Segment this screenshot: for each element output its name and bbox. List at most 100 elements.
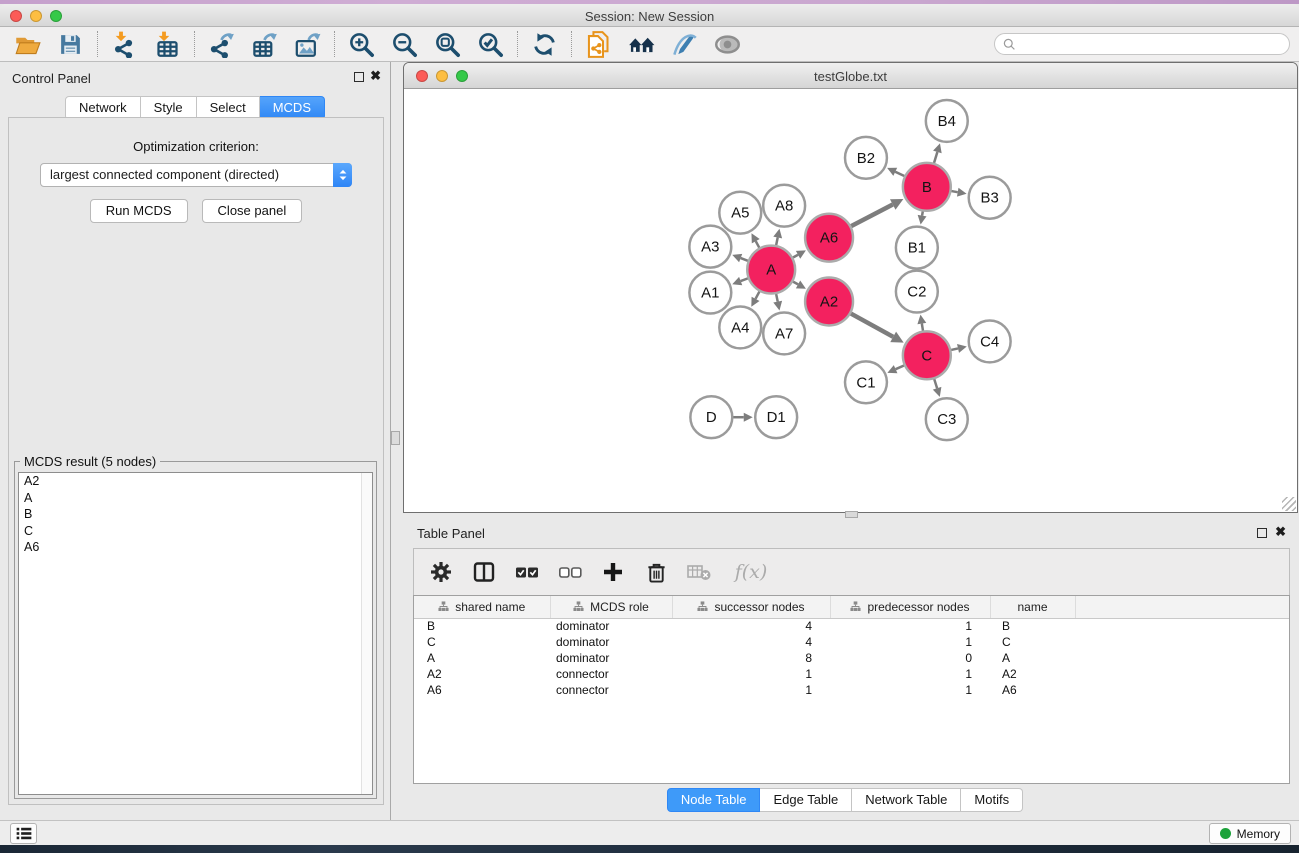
tab-edge-table[interactable]: Edge Table [760, 788, 852, 812]
result-item[interactable]: C [19, 523, 372, 540]
export-image-button[interactable] [286, 29, 329, 59]
result-item[interactable]: A2 [19, 473, 372, 490]
graph-edge[interactable] [776, 294, 778, 302]
float-table-panel-icon[interactable] [1257, 528, 1267, 538]
tab-motifs[interactable]: Motifs [961, 788, 1023, 812]
table-settings-button[interactable] [428, 559, 454, 585]
graph-edge[interactable] [922, 211, 923, 215]
graph-edge-arrowhead [773, 301, 782, 311]
column-header-shared-name[interactable]: shared name [414, 596, 550, 618]
show-panels-button[interactable] [10, 823, 37, 844]
network-document-button[interactable] [577, 29, 620, 59]
select-stepper [333, 163, 352, 187]
show-graphics-details-button[interactable] [706, 29, 749, 59]
column-header-successor-nodes[interactable]: successor nodes [672, 596, 830, 618]
zoom-out-button[interactable] [383, 29, 426, 59]
run-mcds-button[interactable]: Run MCDS [90, 199, 188, 223]
network-canvas[interactable]: B4B2BB3A8A5A6A3B1AC2A1A2A4A7C4CC1DD1C3 [404, 89, 1297, 512]
horizontal-splitter-grip[interactable] [845, 511, 858, 518]
memory-status-icon [1220, 828, 1231, 839]
tab-network-table[interactable]: Network Table [852, 788, 961, 812]
home-view-button[interactable] [620, 29, 663, 59]
graph-edge-arrowhead [933, 143, 942, 153]
import-table-icon [154, 31, 181, 58]
close-table-panel-icon[interactable]: ✖ [1275, 524, 1286, 540]
network-window-titlebar[interactable]: testGlobe.txt [404, 63, 1297, 89]
table-row[interactable]: Adominator80A [414, 650, 1289, 666]
zoom-selected-button[interactable] [469, 29, 512, 59]
table-row[interactable]: Cdominator41C [414, 634, 1289, 650]
network-view-title: testGlobe.txt [404, 69, 1297, 84]
graph-edge[interactable] [851, 314, 893, 337]
graph-node-label: C [921, 347, 932, 364]
optimization-criterion-select[interactable]: largest connected component (directed) [40, 163, 352, 187]
zoom-selected-icon [477, 31, 504, 58]
graph-node-label: B3 [981, 190, 999, 207]
gear-icon [430, 561, 452, 583]
table-row[interactable]: Bdominator41B [414, 618, 1289, 634]
graph-edge[interactable] [741, 278, 748, 281]
column-header-name[interactable]: name [990, 596, 1075, 618]
graph-node-label: D1 [767, 409, 786, 426]
zoom-out-icon [391, 31, 418, 58]
graph-edge[interactable] [776, 237, 778, 245]
graph-edge[interactable] [951, 348, 958, 350]
deselect-all-button[interactable] [557, 559, 583, 585]
main-toolbar [0, 27, 1299, 62]
graph-edge[interactable] [951, 191, 957, 192]
window-resize-grip[interactable] [1282, 497, 1296, 511]
zoom-in-button[interactable] [340, 29, 383, 59]
zoom-fit-button[interactable] [426, 29, 469, 59]
result-item[interactable]: B [19, 506, 372, 523]
column-header-predecessor-nodes[interactable]: predecessor nodes [830, 596, 990, 618]
open-session-button[interactable] [6, 29, 49, 59]
table-row[interactable]: A6connector11A6 [414, 682, 1289, 698]
vertical-splitter-grip[interactable] [391, 431, 400, 445]
close-panel-icon[interactable]: ✖ [370, 68, 381, 84]
result-item[interactable]: A6 [19, 539, 372, 556]
delete-row-button[interactable] [643, 559, 669, 585]
graph-edge[interactable] [934, 379, 937, 388]
graph-edge[interactable] [895, 172, 904, 176]
result-item[interactable]: A [19, 490, 372, 507]
hide-graphics-details-button[interactable] [663, 29, 706, 59]
save-session-button[interactable] [49, 29, 92, 59]
add-row-button[interactable] [600, 559, 626, 585]
toolbar-separator [517, 31, 518, 57]
import-table-button[interactable] [146, 29, 189, 59]
graph-edge[interactable] [934, 152, 937, 163]
select-all-button[interactable] [514, 559, 540, 585]
search-field[interactable] [994, 33, 1290, 55]
graph-edge[interactable] [793, 255, 798, 258]
import-network-button[interactable] [103, 29, 146, 59]
export-network-button[interactable] [200, 29, 243, 59]
refresh-icon [532, 32, 557, 57]
import-network-icon [111, 31, 138, 58]
delete-table-button[interactable] [686, 559, 712, 585]
graph-edge[interactable] [922, 324, 923, 331]
graph-edge[interactable] [851, 205, 893, 227]
app-titlebar: Session: New Session [0, 4, 1299, 27]
graph-edge-arrowhead [773, 229, 782, 239]
tab-node-table[interactable]: Node Table [667, 788, 761, 812]
session-title: Session: New Session [0, 9, 1299, 24]
function-builder-button[interactable]: f(x) [729, 559, 773, 585]
graph-edge[interactable] [741, 258, 748, 261]
export-table-button[interactable] [243, 29, 286, 59]
search-input[interactable] [1021, 37, 1281, 51]
optimization-criterion-value: largest connected component (directed) [50, 167, 279, 182]
graph-edge[interactable] [896, 365, 904, 369]
column-visibility-button[interactable] [471, 559, 497, 585]
trash-icon [646, 562, 667, 583]
memory-button[interactable]: Memory [1209, 823, 1291, 844]
apply-layout-button[interactable] [523, 29, 566, 59]
table-row[interactable]: A2connector11A2 [414, 666, 1289, 682]
graph-edge[interactable] [756, 292, 760, 299]
result-scrollbar[interactable] [361, 473, 372, 794]
column-header-mcds-role[interactable]: MCDS role [550, 596, 672, 618]
graph-edge[interactable] [793, 282, 798, 285]
graph-edge[interactable] [756, 241, 760, 247]
hierarchy-icon [850, 601, 861, 612]
float-panel-icon[interactable] [354, 72, 364, 82]
close-panel-button[interactable]: Close panel [202, 199, 303, 223]
